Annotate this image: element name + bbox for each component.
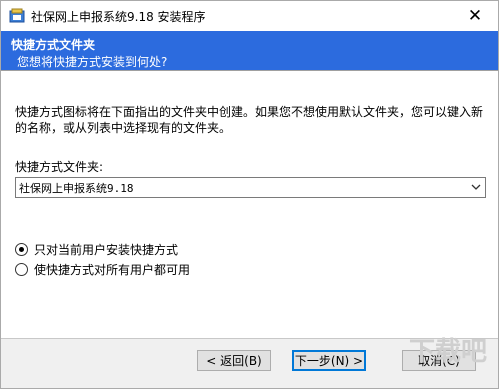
description-text: 快捷方式图标将在下面指出的文件夹中创建。如果您不想使用默认文件夹，您可以键入新的… — [15, 105, 484, 135]
close-button[interactable]: ✕ — [452, 1, 498, 31]
radio-all-users[interactable]: 使快捷方式对所有用户都可用 — [15, 261, 335, 277]
radio-button[interactable] — [15, 263, 28, 276]
folder-label: 快捷方式文件夹: — [15, 160, 104, 174]
page-subtitle: 您想将快捷方式安装到何处? — [17, 55, 168, 69]
radio-label-all-users[interactable]: 使快捷方式对所有用户都可用 — [34, 261, 190, 278]
radio-current-user[interactable]: 只对当前用户安装快捷方式 — [15, 241, 335, 257]
shortcut-folder-combobox[interactable]: 社保网上申报系统9.18 — [15, 177, 486, 198]
page-title: 快捷方式文件夹 — [11, 38, 96, 52]
folder-value[interactable]: 社保网上申报系统9.18 — [19, 180, 134, 196]
watermark-logo: 下载吧 — [409, 337, 488, 367]
window-title: 社保网上申报系统9.18 安装程序 — [31, 10, 206, 24]
page-header: 快捷方式文件夹 您想将快捷方式安装到何处? — [1, 31, 498, 70]
installer-window: 社保网上申报系统9.18 安装程序 ✕ 快捷方式文件夹 您想将快捷方式安装到何处… — [0, 0, 499, 389]
installer-icon — [9, 8, 25, 23]
back-button[interactable]: < 返回(B) — [197, 350, 271, 371]
chevron-down-icon[interactable] — [470, 181, 482, 193]
next-button[interactable]: 下一步(N) > — [292, 350, 366, 371]
radio-selected-dot — [19, 247, 24, 252]
close-icon: ✕ — [467, 6, 483, 26]
title-bar: 社保网上申报系统9.18 安装程序 ✕ — [1, 1, 498, 31]
content-panel: 快捷方式图标将在下面指出的文件夹中创建。如果您不想使用默认文件夹，您可以键入新的… — [1, 71, 498, 338]
radio-button[interactable] — [15, 243, 28, 256]
radio-label-current-user[interactable]: 只对当前用户安装快捷方式 — [34, 241, 178, 258]
